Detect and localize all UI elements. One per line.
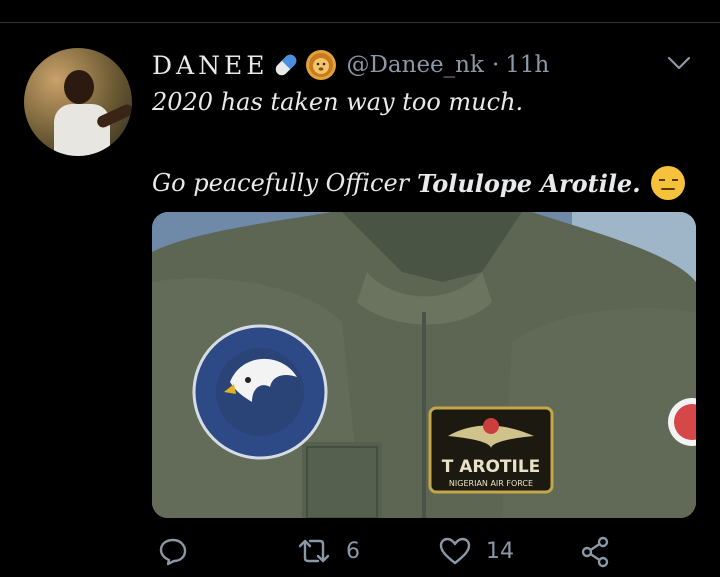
reply-button[interactable] — [158, 536, 202, 566]
like-count: 14 — [486, 538, 514, 564]
chevron-down-icon[interactable] — [664, 52, 694, 74]
tweet-media-image[interactable]: T AROTILE NIGERIAN AIR FORCE — [152, 212, 696, 518]
tweet-actions: 6 14 — [152, 536, 672, 576]
flight-suit-illustration: T AROTILE NIGERIAN AIR FORCE — [152, 212, 696, 518]
share-icon — [581, 536, 609, 568]
reply-icon — [159, 538, 187, 566]
user-handle[interactable]: @Danee_nk — [346, 52, 483, 78]
retweet-icon — [298, 539, 330, 563]
tweet-text-line-2: Go peacefully Officer Tolulope Arotile. — [152, 166, 685, 200]
pill-icon — [276, 54, 297, 76]
badge-name: T AROTILE — [442, 457, 541, 477]
avatar-head — [64, 70, 94, 104]
avatar[interactable] — [24, 48, 132, 156]
expressionless-face-icon — [650, 166, 685, 200]
tweet-text-prefix: Go peacefully Officer — [152, 169, 410, 197]
lion-icon — [306, 50, 337, 80]
avatar-shirt — [54, 104, 110, 156]
badge-subtext: NIGERIAN AIR FORCE — [449, 479, 533, 488]
timestamp[interactable]: 11h — [505, 52, 549, 78]
retweet-button[interactable]: 6 — [296, 536, 360, 566]
heart-icon — [439, 537, 471, 565]
separator: · — [491, 52, 500, 78]
like-button[interactable]: 14 — [438, 536, 514, 566]
tweet-text-line-1: 2020 has taken way too much. — [152, 88, 524, 116]
retweet-count: 6 — [346, 538, 360, 564]
share-button[interactable] — [580, 536, 610, 568]
top-divider — [0, 22, 720, 23]
tweet-text-bold-name: Tolulope Arotile. — [417, 168, 641, 198]
tweet-header: DANEE @Danee_nk · 11h — [152, 48, 549, 82]
display-name[interactable]: DANEE — [152, 51, 268, 80]
